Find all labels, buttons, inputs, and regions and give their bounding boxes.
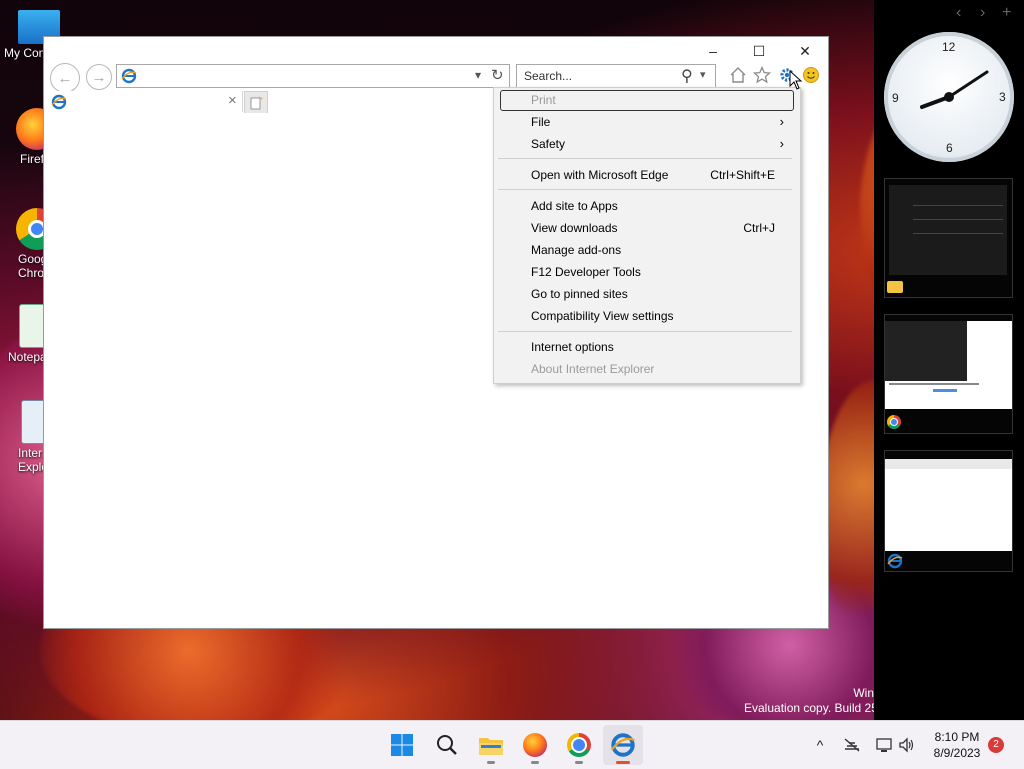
active-indicator <box>616 761 630 764</box>
back-button[interactable]: ← <box>50 63 80 93</box>
menu-item-file[interactable]: File › <box>494 111 800 133</box>
panel-prev-button[interactable]: ‹ <box>956 4 961 22</box>
new-tab-button[interactable] <box>244 91 268 114</box>
taskbar-internet-explorer[interactable] <box>603 725 643 765</box>
menu-item-label: Open with Microsoft Edge <box>531 168 669 182</box>
menu-item-go-to-pinned-sites[interactable]: Go to pinned sites <box>494 283 800 305</box>
menu-separator <box>498 158 792 159</box>
menu-item-safety[interactable]: Safety › <box>494 133 800 155</box>
widget-panel: ‹ › + 12 3 6 9 <box>874 0 1024 720</box>
home-icon[interactable] <box>728 65 748 85</box>
search-placeholder: Search... <box>524 69 573 83</box>
forward-button[interactable]: → <box>86 64 112 90</box>
panel-next-button[interactable]: › <box>980 4 985 22</box>
address-dropdown-icon[interactable]: ▾ <box>475 68 481 82</box>
menu-item-f12-developer-tools[interactable]: F12 Developer Tools <box>494 261 800 283</box>
search-box[interactable]: Search... ⚲ ▾ <box>516 64 716 88</box>
windows-logo-icon <box>391 734 413 756</box>
tools-menu: Print File › Safety › Open with Microsoft … <box>493 87 801 384</box>
internet-explorer-icon <box>610 733 635 757</box>
menu-separator <box>498 331 792 332</box>
evaluation-watermark: Win Evaluation copy. Build 25 <box>744 686 874 716</box>
menu-item-label: Compatibility View settings <box>531 309 674 323</box>
watermark-line1: Win <box>853 686 874 700</box>
tab-active[interactable]: × <box>44 91 243 112</box>
mouse-cursor-icon <box>789 70 803 90</box>
chrome-icon <box>567 733 591 757</box>
taskbar-firefox[interactable] <box>515 725 555 765</box>
forward-arrow-icon: → <box>91 68 107 86</box>
title-bar[interactable]: – ☐ ✕ <box>44 37 828 65</box>
internet-explorer-icon <box>887 553 903 569</box>
address-bar[interactable]: ▾ ↻ <box>116 64 510 88</box>
thumbnail-chrome[interactable] <box>884 314 1013 434</box>
menu-item-label: Print <box>531 93 556 107</box>
network-off-icon[interactable] <box>842 735 862 755</box>
thumbnail-file-explorer[interactable] <box>884 178 1013 298</box>
firefox-icon <box>523 733 547 757</box>
volume-icon[interactable] <box>897 735 917 755</box>
panel-plus-button[interactable]: + <box>1002 4 1011 22</box>
menu-item-shortcut: Ctrl+Shift+E <box>710 168 775 182</box>
new-tab-icon <box>250 95 263 109</box>
menu-item-label: About Internet Explorer <box>531 362 655 376</box>
tab-close-icon[interactable]: × <box>228 92 237 109</box>
menu-item-label: Add site to Apps <box>531 199 618 213</box>
chevron-right-icon: › <box>779 136 784 151</box>
feedback-smiley-icon[interactable] <box>801 65 821 85</box>
menu-item-view-downloads[interactable]: View downloads Ctrl+J <box>494 217 800 239</box>
maximize-button[interactable]: ☐ <box>736 37 782 65</box>
thumbnail-internet-explorer[interactable] <box>884 450 1013 572</box>
minimize-button[interactable]: – <box>690 37 736 65</box>
search-icon <box>437 735 457 755</box>
search-button[interactable] <box>427 725 467 765</box>
tray-date: 8/9/2023 <box>933 746 981 760</box>
favorites-star-icon[interactable] <box>752 65 772 85</box>
menu-item-label: Safety <box>531 137 566 151</box>
menu-item-compatibility-view-settings[interactable]: Compatibility View settings <box>494 305 800 327</box>
menu-item-label: Internet options <box>531 340 614 354</box>
menu-item-open-with-edge[interactable]: Open with Microsoft Edge Ctrl+Shift+E <box>494 164 800 186</box>
close-button[interactable]: ✕ <box>782 37 828 65</box>
menu-item-about-internet-explorer[interactable]: About Internet Explorer <box>494 358 800 380</box>
network-icon[interactable] <box>874 735 894 755</box>
chevron-right-icon: › <box>779 114 784 129</box>
notification-badge[interactable]: 2 <box>988 737 1004 753</box>
menu-item-label: File <box>531 115 551 129</box>
navigation-bar: ← → ▾ ↻ Search... ⚲ ▾ <box>44 63 828 93</box>
clock-widget[interactable]: 12 3 6 9 <box>884 32 1014 162</box>
menu-item-manage-add-ons[interactable]: Manage add-ons <box>494 239 800 261</box>
taskbar-file-explorer[interactable] <box>471 725 511 765</box>
folder-icon <box>887 281 903 293</box>
search-icon[interactable]: ⚲ <box>681 66 693 86</box>
start-button[interactable] <box>382 725 422 765</box>
menu-item-label: View downloads <box>531 221 618 235</box>
watermark-line2: Evaluation copy. Build 25 <box>744 701 874 715</box>
menu-item-internet-options[interactable]: Internet options <box>494 336 800 358</box>
menu-item-add-site-to-apps[interactable]: Add site to Apps <box>494 195 800 217</box>
menu-separator <box>498 189 792 190</box>
taskbar: ^ 8:10 PM 8/9/2023 2 <box>0 720 1024 769</box>
chrome-icon <box>887 415 901 429</box>
show-hidden-icons-chevron[interactable]: ^ <box>810 735 830 755</box>
running-indicator <box>487 761 495 764</box>
menu-item-label: F12 Developer Tools <box>531 265 641 279</box>
ie-tab-icon <box>51 94 67 110</box>
folder-icon <box>479 738 503 755</box>
clock-date[interactable]: 8:10 PM 8/9/2023 <box>924 729 990 761</box>
taskbar-chrome[interactable] <box>559 725 599 765</box>
menu-item-print[interactable]: Print <box>494 89 800 111</box>
tray-time: 8:10 PM <box>934 730 980 744</box>
refresh-icon[interactable]: ↻ <box>491 66 504 84</box>
ie-page-icon <box>121 68 137 84</box>
clock-hands <box>920 70 989 109</box>
running-indicator <box>531 761 539 764</box>
menu-item-label: Go to pinned sites <box>531 287 628 301</box>
back-arrow-icon: ← <box>57 69 73 87</box>
menu-item-label: Manage add-ons <box>531 243 622 257</box>
menu-item-shortcut: Ctrl+J <box>743 221 775 235</box>
search-dropdown-icon[interactable]: ▾ <box>700 68 706 81</box>
running-indicator <box>575 761 583 764</box>
